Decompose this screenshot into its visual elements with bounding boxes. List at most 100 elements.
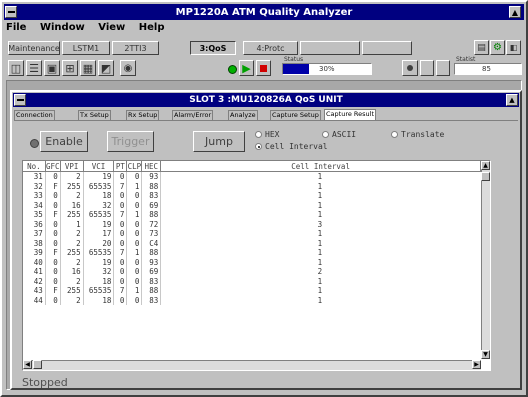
child-tab-capture-setup[interactable]: Capture Setup	[270, 110, 321, 120]
toolbar-button-b[interactable]	[436, 60, 450, 76]
radio-hex[interactable]: HEX	[255, 130, 279, 139]
table-row[interactable]: 42 0 2 18 0 0 83 1	[23, 276, 481, 286]
layout-1-button[interactable]: ◫	[8, 60, 24, 76]
layout-4-button[interactable]: ⊞	[62, 60, 78, 76]
table-row[interactable]: 32 F 255 65535 7 1 88 1	[23, 181, 481, 191]
table-cell: 0	[126, 267, 143, 277]
table-row[interactable]: 31 0 2 19 0 0 93 1	[23, 171, 481, 182]
layout-2-button[interactable]: ☰	[26, 60, 42, 76]
menu-view[interactable]: View	[98, 22, 125, 33]
menu-file[interactable]: File	[6, 22, 26, 33]
scroll-right-button[interactable]: ▶	[472, 360, 481, 369]
table-cell: F	[45, 286, 61, 296]
vertical-scrollbar[interactable]	[481, 161, 490, 359]
table-cell: 1	[317, 276, 323, 286]
view-button[interactable]: ◧	[506, 40, 521, 55]
child-tab-capture-result[interactable]: Capture Result	[324, 109, 376, 120]
table-row[interactable]: 39 F 255 65535 7 1 88 1	[23, 248, 481, 258]
table-row[interactable]: 38 0 2 20 0 0 C4 1	[23, 238, 481, 248]
main-tab-4[interactable]: 3:QoS	[190, 41, 236, 55]
record-button[interactable]	[402, 60, 418, 76]
layout-6-button[interactable]: ◩	[98, 60, 114, 76]
arrow-right-icon: ▶	[474, 361, 479, 368]
radio-ascii[interactable]: ASCII	[322, 130, 356, 139]
radio-cell-interval-label: Cell Interval	[265, 142, 328, 151]
stop-button[interactable]	[256, 60, 271, 76]
table-cell: 65535	[83, 286, 115, 296]
child-title: SLOT 3 :MU120826A QoS UNIT	[189, 95, 343, 105]
table-cell: 0	[113, 229, 128, 239]
menu-help[interactable]: Help	[139, 22, 165, 33]
play-icon: ▶	[242, 61, 251, 75]
column-header-clp[interactable]: CLP	[126, 161, 143, 172]
child-tab-tx-setup[interactable]: Tx Setup	[78, 110, 111, 120]
table-row[interactable]: 33 0 2 18 0 0 83 1	[23, 191, 481, 201]
table-cell: 0	[126, 295, 143, 305]
child-maximize-button[interactable]: ▲	[506, 94, 518, 106]
child-tab-connection[interactable]: Connection	[14, 110, 55, 120]
table-cell: 69	[141, 200, 162, 210]
system-menu-icon	[7, 11, 15, 13]
main-tab-1[interactable]: Maintenance	[8, 41, 60, 55]
menu-window[interactable]: Window	[40, 22, 85, 33]
column-header-vci[interactable]: VCI	[83, 161, 115, 172]
main-tab-3[interactable]: 2TTI3	[112, 41, 159, 55]
scroll-down-button[interactable]: ▼	[481, 350, 490, 359]
layout-5-button[interactable]: ▦	[80, 60, 96, 76]
table-cell: 36	[23, 219, 46, 229]
scroll-left-button[interactable]: ◀	[23, 360, 32, 369]
column-header-no[interactable]: No.	[23, 161, 46, 172]
table-row[interactable]: 40 0 2 19 0 0 93 1	[23, 257, 481, 267]
table-cell: 0	[45, 219, 61, 229]
layout-4-icon: ⊞	[65, 61, 75, 75]
hscroll-thumb[interactable]	[33, 360, 42, 369]
table-cell: 73	[141, 229, 162, 239]
column-header-gfc[interactable]: GFC	[45, 161, 61, 172]
scroll-thumb[interactable]	[481, 172, 490, 181]
main-tab-2[interactable]: LSTM1	[62, 41, 110, 55]
table-cell: 0	[113, 257, 128, 267]
table-cell: 0	[126, 238, 143, 248]
child-tab-analyze[interactable]: Analyze	[228, 110, 258, 120]
table-cell: 1	[317, 210, 323, 219]
print-button[interactable]: ▤	[474, 40, 489, 55]
trigger-button[interactable]: Trigger	[107, 131, 154, 152]
toolbar-button-a[interactable]	[420, 60, 434, 76]
scroll-up-button[interactable]: ▲	[481, 161, 490, 170]
table-cell: 88	[141, 286, 162, 296]
column-header-cell-interval[interactable]: Cell Interval	[160, 161, 481, 172]
table-cell: 2	[60, 257, 84, 267]
column-header-vpi[interactable]: VPI	[60, 161, 84, 172]
radio-cell-interval[interactable]: Cell Interval	[255, 142, 328, 151]
child-system-menu-button[interactable]	[14, 94, 26, 106]
gauge-1-fill	[283, 64, 310, 74]
child-tab-rx-setup[interactable]: Rx Setup	[126, 110, 160, 120]
table-row[interactable]: 35 F 255 65535 7 1 88 1	[23, 210, 481, 220]
table-row[interactable]: 44 0 2 18 0 0 83 1	[23, 295, 481, 305]
enable-button[interactable]: Enable	[40, 131, 88, 152]
system-menu-button[interactable]	[5, 6, 17, 18]
table-cell: 16	[60, 200, 84, 210]
main-tab-5[interactable]: 4:Protc	[243, 41, 298, 55]
capture-table: No. GFC VPI VCI PT CLP HEC Cell Interval 31 0 2 19…	[23, 161, 481, 305]
main-tab-7[interactable]	[362, 41, 412, 55]
column-header-pt[interactable]: PT	[113, 161, 128, 172]
menu-bar: File Window View Help	[6, 22, 175, 36]
camera-button[interactable]: ◉	[120, 60, 136, 76]
horizontal-scrollbar[interactable]	[23, 360, 481, 370]
table-row[interactable]: 43 F 255 65535 7 1 88 1	[23, 286, 481, 296]
radio-translate[interactable]: Translate	[391, 130, 444, 139]
layout-3-button[interactable]: ▣	[44, 60, 60, 76]
start-button[interactable]: ▶	[239, 60, 254, 76]
window-size-button[interactable]: ▲	[509, 6, 521, 18]
table-row[interactable]: 34 0 16 32 0 0 69 1	[23, 200, 481, 210]
jump-button[interactable]: Jump	[193, 131, 245, 152]
main-tab-6[interactable]	[300, 41, 360, 55]
table-row[interactable]: 36 0 1 19 0 0 72 3	[23, 219, 481, 229]
settings-button[interactable]: ⚙	[490, 40, 505, 55]
child-tab-alarm-error[interactable]: Alarm/Error	[172, 110, 214, 120]
table-row[interactable]: 37 0 2 17 0 0 73 1	[23, 229, 481, 239]
column-header-hec[interactable]: HEC	[141, 161, 162, 172]
table-cell: 7	[113, 248, 128, 258]
table-row[interactable]: 41 0 16 32 0 0 69 2	[23, 267, 481, 277]
